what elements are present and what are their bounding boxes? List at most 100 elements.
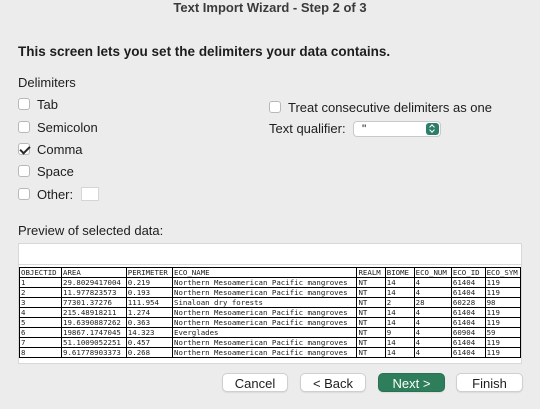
preview-cell: 61404	[451, 287, 486, 298]
preview-header-cell: ECO_ID	[451, 267, 486, 278]
comma-label: Comma	[37, 141, 83, 157]
preview-row: 4 215.48918211 1.274 Northern Mesoamerican …	[19, 307, 521, 318]
other-checkbox[interactable]	[18, 188, 30, 200]
preview-cell: 61404	[451, 307, 486, 318]
space-label: Space	[37, 163, 74, 179]
other-delimiter-input[interactable]	[81, 187, 100, 201]
tab-checkbox[interactable]	[18, 98, 30, 110]
preview-cell: 119	[485, 277, 521, 288]
preview-cell: 215.48918211	[61, 307, 127, 318]
semicolon-option[interactable]: Semicolon	[18, 119, 98, 135]
tab-label: Tab	[37, 96, 58, 112]
text-qualifier-value: "	[362, 122, 367, 136]
preview-cell: 4	[414, 307, 452, 318]
tab-option[interactable]: Tab	[18, 96, 58, 112]
preview-row: 6 19867.1747045 14.323 Everglades NT 9 4 60904 5…	[19, 327, 521, 338]
preview-cell: NT	[356, 347, 386, 358]
preview-cell: 14	[385, 277, 415, 288]
data-preview[interactable]: OBJECTID AREA PERIMETER ECO_NAME REALM BIOME E…	[18, 264, 522, 364]
preview-cell: 119	[485, 347, 521, 358]
preview-cell: 1	[19, 277, 63, 288]
preview-cell: Northern Mesoamerican Pacific mangroves	[172, 347, 358, 358]
preview-cell: 8	[19, 347, 63, 358]
preview-cell: 111.954	[126, 297, 174, 308]
preview-cell: 60228	[451, 297, 486, 308]
preview-cell: 11.977823573	[61, 287, 127, 298]
preview-cell: 119	[485, 317, 521, 328]
preview-cell: 4	[414, 317, 452, 328]
consecutive-label: Treat consecutive delimiters as one	[288, 99, 493, 115]
space-option[interactable]: Space	[18, 163, 74, 179]
cancel-button[interactable]: Cancel	[222, 373, 288, 392]
preview-cell: 61404	[451, 277, 486, 288]
preview-cell: 14	[385, 337, 415, 348]
comma-checkbox[interactable]	[18, 143, 30, 155]
semicolon-checkbox[interactable]	[18, 121, 30, 133]
preview-cell: 29.8029417004	[61, 277, 127, 288]
preview-cell: 4	[414, 277, 452, 288]
preview-header-area	[18, 243, 522, 264]
preview-cell: 3	[19, 297, 63, 308]
preview-cell: 4	[414, 337, 452, 348]
preview-cell: 28	[414, 297, 452, 308]
preview-row: 8 9.61778903373 0.268 Northern Mesoamerican…	[19, 347, 521, 358]
preview-cell: 14	[385, 307, 415, 318]
preview-cell: NT	[356, 297, 386, 308]
preview-cell: 14	[385, 317, 415, 328]
preview-header-cell: PERIMETER	[126, 267, 174, 278]
preview-cell: Northern Mesoamerican Pacific mangroves	[172, 277, 358, 288]
preview-header-row: OBJECTID AREA PERIMETER ECO_NAME REALM BIOME E…	[19, 267, 521, 278]
preview-cell: 2	[385, 297, 415, 308]
preview-row: 7 51.1009052251 0.457 Northern Mesoamerican…	[19, 337, 521, 348]
preview-row: 3 77301.37276 111.954 Sinaloan dry forests N…	[19, 297, 521, 308]
preview-cell: 0.219	[126, 277, 174, 288]
preview-header-cell: REALM	[356, 267, 386, 278]
preview-cell: 0.193	[126, 287, 174, 298]
preview-cell: Northern Mesoamerican Pacific mangroves	[172, 307, 358, 318]
consecutive-option[interactable]: Treat consecutive delimiters as one	[269, 99, 492, 115]
preview-cell: 14.323	[126, 327, 174, 338]
preview-cell: Everglades	[172, 327, 358, 338]
delimiters-label: Delimiters	[18, 75, 76, 90]
preview-cell: 7	[19, 337, 63, 348]
preview-cell: Northern Mesoamerican Pacific mangroves	[172, 287, 358, 298]
space-checkbox[interactable]	[18, 165, 30, 177]
preview-row: 5 19.6390887262 0.363 Northern Mesoamerican…	[19, 317, 521, 328]
preview-cell: 61404	[451, 317, 486, 328]
other-option[interactable]: Other:	[18, 186, 100, 202]
text-qualifier-select[interactable]: "	[353, 121, 441, 137]
next-button[interactable]: Next >	[378, 373, 445, 392]
finish-button[interactable]: Finish	[456, 373, 523, 392]
preview-cell: 98	[485, 297, 521, 308]
preview-cell: 19867.1747045	[61, 327, 127, 338]
preview-cell: 14	[385, 287, 415, 298]
chevron-updown-icon	[426, 123, 439, 135]
preview-row: 2 11.977823573 0.193 Northern Mesoamerican …	[19, 287, 521, 298]
preview-cell: NT	[356, 337, 386, 348]
preview-cell: 119	[485, 287, 521, 298]
preview-cell: Northern Mesoamerican Pacific mangroves	[172, 317, 358, 328]
preview-cell: 60904	[451, 327, 486, 338]
preview-header-cell: ECO_NUM	[414, 267, 452, 278]
preview-cell: 14	[385, 347, 415, 358]
preview-cell: 4	[414, 327, 452, 338]
preview-table: OBJECTID AREA PERIMETER ECO_NAME REALM BIOME E…	[19, 267, 521, 358]
consecutive-checkbox[interactable]	[269, 101, 281, 113]
preview-header-cell: OBJECTID	[19, 267, 63, 278]
preview-cell: 9	[385, 327, 415, 338]
semicolon-label: Semicolon	[37, 119, 98, 135]
preview-cell: 4	[19, 307, 63, 318]
preview-cell: 0.363	[126, 317, 174, 328]
preview-cell: NT	[356, 277, 386, 288]
preview-cell: 6	[19, 327, 63, 338]
text-qualifier-label: Text qualifier:	[269, 121, 346, 136]
comma-option[interactable]: Comma	[18, 141, 83, 157]
preview-cell: 0.268	[126, 347, 174, 358]
preview-cell: 5	[19, 317, 63, 328]
preview-cell: 1.274	[126, 307, 174, 318]
preview-cell: 2	[19, 287, 63, 298]
preview-cell: 61404	[451, 347, 486, 358]
back-button[interactable]: < Back	[300, 373, 366, 392]
instruction-text: This screen lets you set the delimiters …	[18, 44, 391, 59]
preview-cell: 19.6390887262	[61, 317, 127, 328]
